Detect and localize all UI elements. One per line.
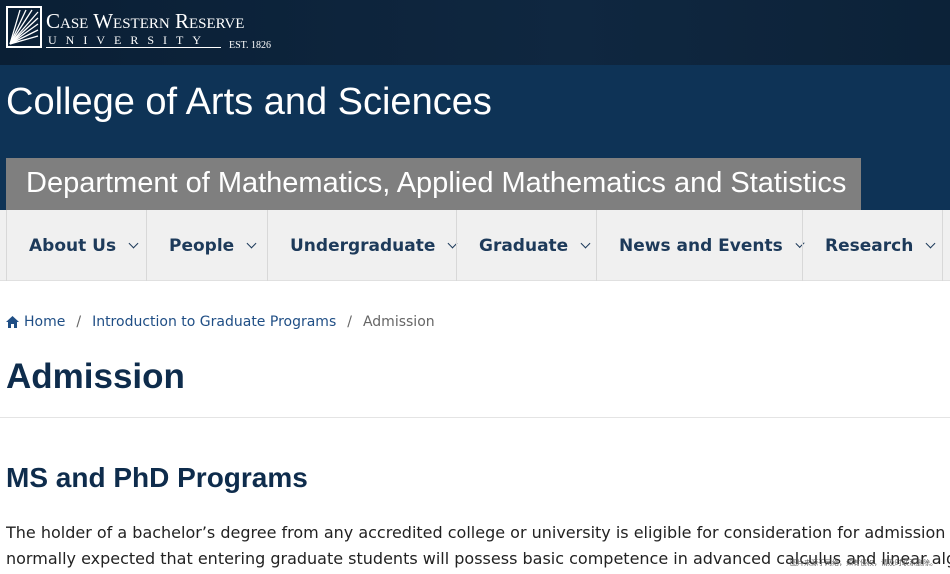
nav-about-us-label: About Us	[29, 235, 117, 256]
breadcrumb: Home / Introduction to Graduate Programs…	[6, 314, 435, 330]
nav-news-and-events[interactable]: News and Events	[596, 210, 805, 281]
college-title[interactable]: College of Arts and Sciences	[6, 81, 492, 124]
breadcrumb-home-link[interactable]: Home	[24, 314, 65, 330]
paragraph-line-1: The holder of a bachelor’s degree from a…	[6, 523, 950, 542]
breadcrumb-separator: /	[76, 314, 82, 330]
nav-research-label: Research	[825, 235, 914, 256]
chevron-down-icon	[128, 238, 139, 248]
nav-news-and-events-label: News and Events	[619, 235, 783, 256]
breadcrumb-parent-link[interactable]: Introduction to Graduate Programs	[92, 314, 336, 330]
nav-people[interactable]: People	[146, 210, 268, 281]
nav-graduate-label: Graduate	[479, 235, 569, 256]
logo-emblem-icon	[6, 6, 42, 48]
nav-about-us[interactable]: About Us	[6, 210, 147, 281]
logo-divider	[46, 47, 221, 48]
nav-research[interactable]: Research	[802, 210, 943, 281]
nav-undergraduate-label: Undergraduate	[290, 235, 436, 256]
home-icon	[6, 316, 19, 328]
nav-people-label: People	[169, 235, 235, 256]
college-banner: College of Arts and Sciences Department …	[0, 65, 950, 210]
university-name: Case Western Reserve	[46, 9, 245, 33]
breadcrumb-separator: /	[347, 314, 352, 330]
chevron-down-icon	[246, 238, 257, 248]
main-navigation: About Us People Undergraduate Graduate N…	[0, 210, 950, 281]
university-logo[interactable]: Case Western Reserve UNIVERSITY EST. 182…	[6, 6, 276, 51]
content-divider	[0, 417, 950, 418]
breadcrumb-current: Admission	[362, 314, 435, 330]
university-subtitle: UNIVERSITY	[48, 33, 210, 47]
university-header: Case Western Reserve UNIVERSITY EST. 182…	[0, 0, 950, 65]
image-watermark: 图片来源于网络，如有侵权，请及时联系删除。	[790, 559, 937, 567]
department-title[interactable]: Department of Mathematics, Applied Mathe…	[26, 167, 846, 200]
chevron-down-icon	[925, 238, 936, 248]
section-title: MS and PhD Programs	[6, 462, 308, 493]
department-banner: Department of Mathematics, Applied Mathe…	[6, 158, 861, 210]
page-title: Admission	[6, 357, 185, 396]
nav-undergraduate[interactable]: Undergraduate	[267, 210, 458, 281]
university-established: EST. 1826	[229, 40, 272, 51]
chevron-down-icon	[580, 238, 591, 248]
nav-graduate[interactable]: Graduate	[456, 210, 597, 281]
